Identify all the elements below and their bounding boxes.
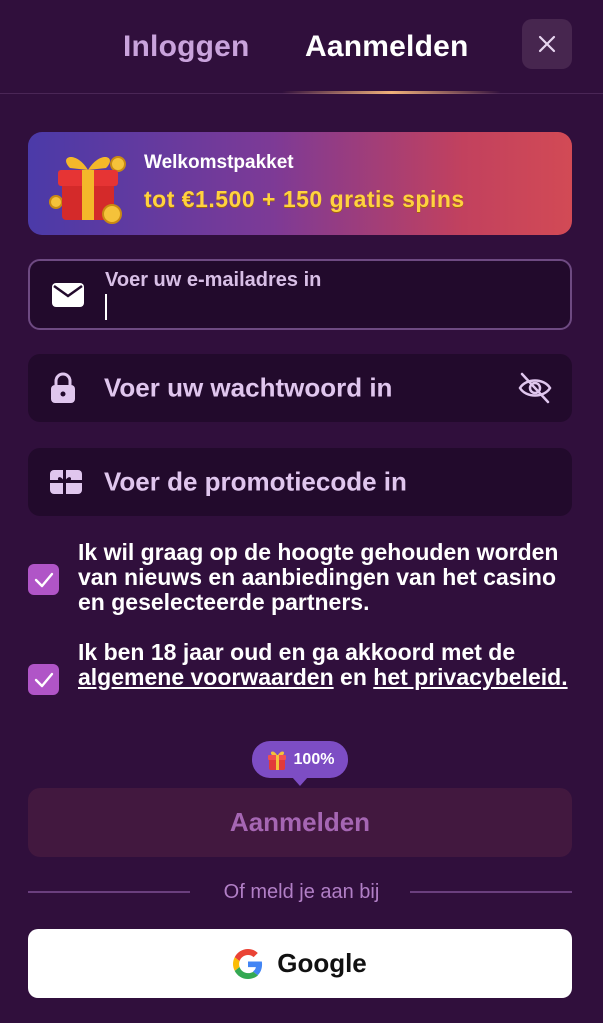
gift-icon bbox=[267, 751, 286, 770]
privacy-link[interactable]: het privacybeleid. bbox=[373, 664, 567, 690]
google-icon bbox=[233, 948, 263, 979]
tab-register[interactable]: Aanmelden bbox=[305, 30, 469, 64]
lock-icon bbox=[51, 372, 75, 403]
terms-prefix: Ik ben 18 jaar oud en ga akkoord met de bbox=[78, 639, 516, 665]
google-signup-button[interactable]: Google bbox=[28, 929, 572, 998]
terms-link[interactable]: algemene voorwaarden bbox=[78, 664, 334, 690]
welcome-bonus-banner: Welkomstpakket tot €1.500 + 150 gratis s… bbox=[28, 132, 572, 235]
terms-checkbox[interactable] bbox=[28, 664, 59, 695]
close-button[interactable] bbox=[522, 19, 572, 69]
email-field[interactable]: Voer uw e-mailadres in bbox=[28, 259, 572, 330]
text-caret bbox=[105, 294, 107, 320]
register-submit-button[interactable]: Aanmelden bbox=[28, 788, 572, 857]
newsletter-text: Ik wil graag op de hoogte gehouden worde… bbox=[78, 539, 559, 615]
mail-icon bbox=[52, 282, 84, 307]
tab-login[interactable]: Inloggen bbox=[123, 30, 250, 64]
password-placeholder: Voer uw wachtwoord in bbox=[104, 372, 393, 403]
close-icon bbox=[538, 35, 556, 53]
bonus-percent: 100% bbox=[293, 750, 335, 768]
promo-code-field[interactable]: Voer de promotiecode in bbox=[28, 448, 572, 516]
check-icon bbox=[34, 572, 53, 587]
bonus-badge: 100% bbox=[252, 741, 348, 786]
email-label: Voer uw e-mailadres in bbox=[105, 269, 322, 291]
divider-line-right bbox=[410, 891, 572, 893]
google-label: Google bbox=[277, 948, 367, 978]
banner-offer: tot €1.500 + 150 gratis spins bbox=[144, 186, 465, 212]
eye-off-icon[interactable] bbox=[518, 372, 552, 404]
promo-placeholder: Voer de promotiecode in bbox=[104, 466, 407, 497]
active-tab-indicator bbox=[282, 91, 501, 94]
gift-icon bbox=[49, 156, 126, 224]
banner-title: Welkomstpakket bbox=[144, 152, 294, 173]
newsletter-checkbox[interactable] bbox=[28, 564, 59, 595]
check-icon bbox=[34, 672, 53, 687]
terms-text: Ik ben 18 jaar oud en ga akkoord met de … bbox=[78, 640, 578, 690]
ticket-icon bbox=[50, 470, 82, 494]
password-field[interactable]: Voer uw wachtwoord in bbox=[28, 354, 572, 422]
terms-and: en bbox=[340, 664, 367, 690]
auth-header: Inloggen Aanmelden bbox=[0, 0, 603, 94]
